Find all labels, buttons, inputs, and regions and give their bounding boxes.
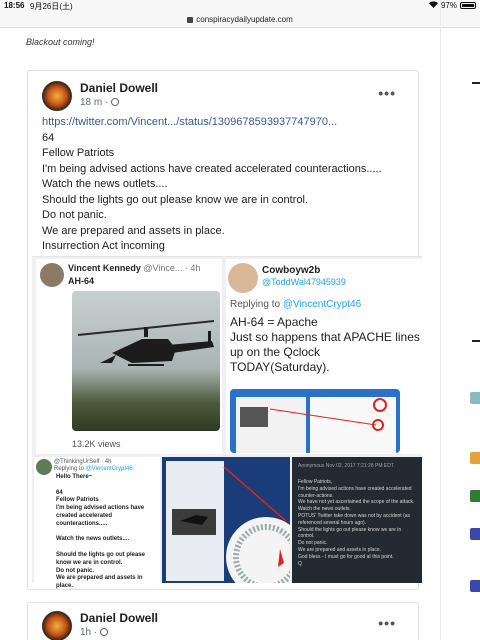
post-line: Fellow Patriots (42, 147, 115, 159)
qdrop-screenshot: Anonymous Nov 02, 2017 7:21:28 PM EDT Fe… (292, 457, 422, 583)
reply-handle: @VincentCrypt46 (282, 299, 362, 310)
tweet-text: AH-64 = Apache Just so happens that APAC… (230, 315, 420, 375)
tweet-avatar (36, 459, 52, 475)
sidebar-thumb-icon[interactable] (470, 490, 480, 502)
image-collage[interactable]: Vincent Kennedy @Vince... · 4h AH-64 13.… (32, 256, 422, 589)
post-line: Should the lights go out please know we … (42, 193, 308, 206)
helicopter-image (72, 291, 220, 431)
tweet-views: 13.2K views (72, 439, 121, 449)
status-time: 18:56 (4, 1, 25, 10)
post-line: 64 (42, 131, 55, 144)
wifi-icon (428, 1, 438, 10)
reply-handle: @VincentCrypt46 (85, 466, 133, 472)
post-line: Insurrection Act incoming (42, 240, 165, 252)
avatar[interactable] (42, 81, 72, 111)
qclock-collage-image (162, 457, 290, 583)
url-text: conspiracydailyupdate.com (196, 15, 293, 24)
battery-fill (462, 4, 474, 7)
post-time[interactable]: 1h (80, 627, 91, 638)
tweet-reply-line: Replying to @VincentCrypt46 (54, 466, 133, 472)
tweet-screenshot-vincent: Vincent Kennedy @Vince... · 4h AH-64 13.… (36, 259, 222, 454)
sidebar-rule (472, 82, 480, 84)
avatar[interactable] (42, 611, 72, 640)
post-line: Do not panic. (42, 209, 107, 221)
battery-percent: 97% (440, 1, 457, 10)
qdrop-header: Anonymous Nov 02, 2017 7:21:28 PM EDT (298, 463, 394, 469)
more-options-icon[interactable]: ••• (378, 85, 396, 101)
tweet-avatar (40, 263, 64, 287)
tweet-author-name: Vincent Kennedy (68, 263, 141, 273)
tweet-screenshot-cowboy: Cowboyw2b @ToddWal47945939 Replying to @… (226, 259, 422, 454)
reply-prefix: Replying to (54, 466, 85, 472)
tweet-author-name: Cowboyw2b (262, 265, 321, 276)
status-bar: 18:56 9月26日(土) 97% (0, 0, 480, 12)
reply-prefix: Replying to (230, 299, 281, 310)
status-right: 97% (428, 1, 476, 10)
tweet-screenshot-thinking: @ThinkingUrSelf · 4h Replying to @Vincen… (34, 457, 160, 589)
tweet-handle: @Vince... · 4h (143, 263, 201, 273)
tweet-author-name: @ThinkingUrSelf · 4h (54, 459, 112, 465)
sidebar-thumb-icon[interactable] (470, 392, 480, 404)
more-options-icon[interactable]: ••• (378, 615, 396, 631)
post-meta: 18 m · (80, 97, 120, 108)
qdrop-text: Fellow Patriots, I'm being advised actio… (298, 479, 415, 567)
post-line: I'm being advised actions have created a… (42, 162, 382, 175)
facebook-post-2: Daniel Dowell 1h · ••• (27, 602, 419, 640)
tweet-handle: @ToddWal47945939 (262, 277, 346, 287)
tweet-avatar (228, 263, 258, 293)
post-author[interactable]: Daniel Dowell (80, 81, 158, 95)
globe-icon (111, 98, 120, 106)
tweet-reply-line: Replying to @VincentCrypt46 (230, 299, 361, 310)
sidebar-thumb-icon[interactable] (470, 452, 480, 464)
post-meta: 1h · (80, 627, 109, 638)
sidebar-thumb-icon[interactable] (470, 528, 480, 540)
article-caption: Blackout coming! (26, 37, 95, 47)
tweet-text-content: AH-64 = Apache Just so happens that APAC… (230, 315, 420, 374)
tweet-text: AH-64 (68, 276, 95, 286)
facebook-post: Daniel Dowell 18 m · ••• https://twitter… (27, 70, 422, 590)
address-bar[interactable]: conspiracydailyupdate.com (0, 12, 480, 28)
post-line: We are prepared and assets in place. (42, 224, 225, 237)
post-author[interactable]: Daniel Dowell (80, 611, 158, 625)
tweet-link[interactable]: https://twitter.com/Vincent.../status/13… (42, 115, 412, 131)
sidebar-divider (440, 0, 441, 640)
qclock-image (230, 389, 400, 453)
battery-icon (460, 2, 476, 9)
sidebar-rule (472, 340, 480, 342)
post-body: https://twitter.com/Vincent.../status/13… (42, 115, 412, 255)
tweet-text: Hello There~ 64 Fellow Patriots I'm bein… (56, 474, 146, 590)
lock-icon (187, 16, 194, 23)
globe-icon (100, 628, 109, 636)
post-time[interactable]: 18 m (80, 97, 102, 108)
tweet-author: Vincent Kennedy @Vince... · 4h (68, 263, 200, 273)
post-line: Watch the news outlets.... (42, 178, 168, 190)
sidebar-thumb-icon[interactable] (470, 580, 480, 592)
status-date: 9月26日(土) (30, 2, 73, 11)
